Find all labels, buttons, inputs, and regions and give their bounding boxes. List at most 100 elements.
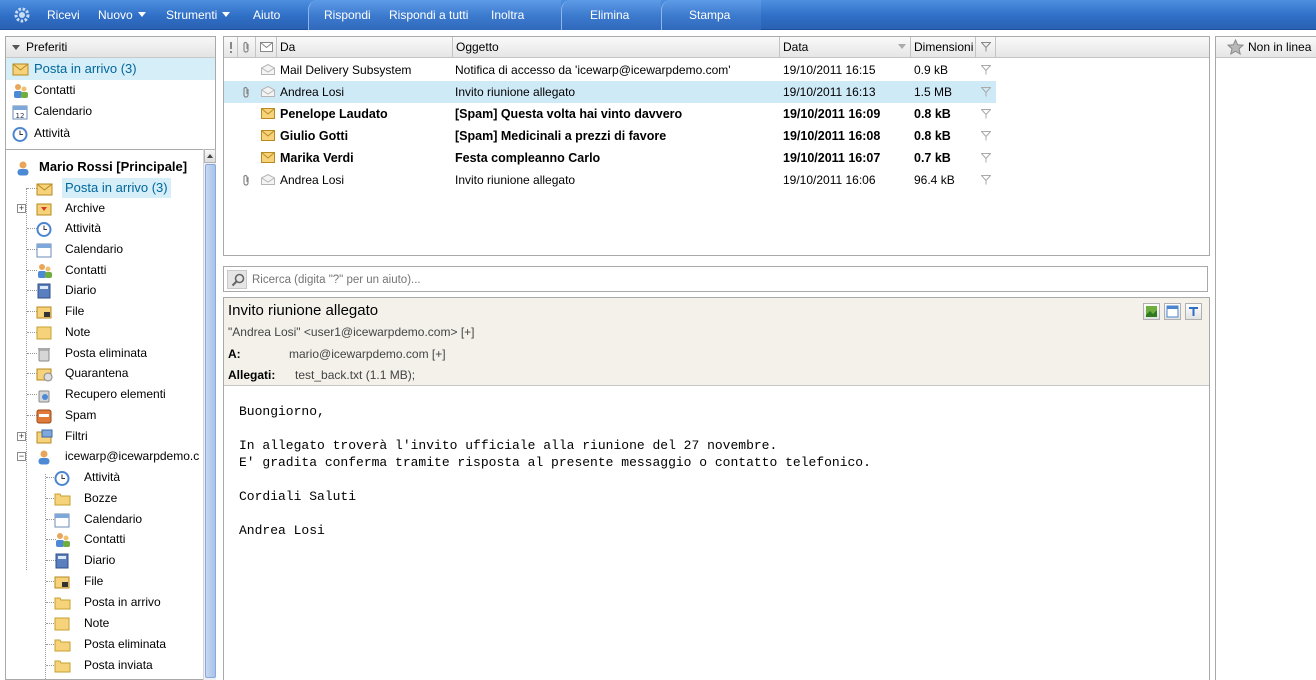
message-size: 96.4 kB bbox=[914, 173, 955, 187]
date-column-header[interactable]: Data bbox=[780, 37, 911, 58]
flag-icon[interactable] bbox=[981, 65, 991, 75]
tree-item-contacts[interactable]: Contatti bbox=[6, 260, 203, 280]
tree-item-label: File bbox=[84, 574, 104, 588]
receive-button[interactable]: Ricevi bbox=[47, 0, 80, 30]
message-size: 0.9 kB bbox=[914, 63, 949, 77]
tree-item-deleted[interactable]: Posta eliminata bbox=[6, 343, 203, 363]
message-row[interactable]: Penelope Laudato [Spam] Questa volta hai … bbox=[224, 103, 996, 125]
message-subject: Festa compleanno Carlo bbox=[455, 151, 601, 165]
subtree-item-deleted[interactable]: Posta eliminata bbox=[6, 634, 203, 654]
attachment-column-header[interactable] bbox=[238, 37, 256, 58]
flag-icon[interactable] bbox=[981, 109, 991, 119]
favorite-item-tasks[interactable]: Attività bbox=[6, 123, 215, 145]
preview-sender[interactable]: "Andrea Losi" <user1@icewarpdemo.com> [+… bbox=[228, 325, 475, 339]
collapse-icon[interactable] bbox=[12, 45, 20, 50]
tree-item-filters[interactable]: + Filtri bbox=[6, 426, 203, 446]
clock-icon bbox=[54, 471, 70, 486]
folder-tree-scrollbar[interactable] bbox=[203, 149, 216, 680]
tools-menu-button[interactable]: Strumenti bbox=[166, 0, 231, 30]
paperclip-icon bbox=[243, 174, 249, 186]
from-column-header[interactable]: Da bbox=[277, 37, 453, 58]
tree-item-archive[interactable]: + Archive bbox=[6, 198, 203, 218]
tree-item-account2[interactable]: − icewarp@icewarpdemo.c bbox=[6, 446, 203, 466]
help-button[interactable]: Aiuto bbox=[253, 0, 280, 30]
subtree-item-calendar[interactable]: Calendario bbox=[6, 509, 203, 529]
user-icon bbox=[17, 161, 29, 176]
favorite-item-calendar[interactable]: 12 Calendario bbox=[6, 101, 215, 123]
subtree-item-files[interactable]: File bbox=[6, 571, 203, 591]
expand-icon[interactable]: + bbox=[17, 204, 26, 213]
forward-button[interactable]: Inoltra bbox=[491, 0, 524, 30]
chevron-down-icon bbox=[137, 12, 146, 17]
expand-icon[interactable]: + bbox=[17, 432, 26, 441]
folder-icon bbox=[54, 493, 71, 506]
html-view-button[interactable] bbox=[1164, 303, 1181, 320]
message-row[interactable]: Mail Delivery Subsystem Notifica di acces… bbox=[224, 59, 996, 81]
subtree-item-tasks[interactable]: Attività bbox=[6, 467, 203, 487]
tree-item-tasks[interactable]: Attività bbox=[6, 218, 203, 238]
flag-icon[interactable] bbox=[981, 131, 991, 141]
preview-attachment-link[interactable]: test_back.txt (1.1 MB); bbox=[295, 368, 415, 382]
print-button[interactable]: Stampa bbox=[689, 0, 730, 30]
message-date: 19/10/2011 16:15 bbox=[783, 63, 876, 77]
flag-icon[interactable] bbox=[981, 87, 991, 97]
scroll-thumb[interactable] bbox=[205, 164, 216, 678]
preview-attachments-label: Allegati: bbox=[228, 368, 276, 382]
gear-logo-icon[interactable] bbox=[13, 6, 31, 24]
subtree-item-notes[interactable]: Note bbox=[6, 613, 203, 633]
tree-item-calendar[interactable]: Calendario bbox=[6, 239, 203, 259]
read-status-column-header[interactable] bbox=[256, 37, 277, 58]
tree-item-files[interactable]: File bbox=[6, 301, 203, 321]
tree-item-inbox[interactable]: Posta in arrivo (3) bbox=[6, 178, 203, 198]
message-row[interactable]: Giulio Gotti [Spam] Medicinali a prezzi d… bbox=[224, 125, 996, 147]
scroll-up-icon[interactable] bbox=[204, 149, 216, 163]
tree-item-spam[interactable]: Spam bbox=[6, 405, 203, 425]
subtree-item-sent[interactable]: Posta inviata bbox=[6, 655, 203, 675]
tree-item-recover[interactable]: Recupero elementi bbox=[6, 384, 203, 404]
new-menu-button[interactable]: Nuovo bbox=[98, 0, 146, 30]
read-envelope-icon bbox=[261, 64, 275, 75]
subject-column-header[interactable]: Oggetto bbox=[453, 37, 780, 58]
account-node[interactable]: Mario Rossi [Principale] bbox=[6, 157, 203, 177]
favorite-item-label: Contatti bbox=[34, 82, 76, 97]
tree-item-label: Posta in arrivo (3) bbox=[62, 178, 171, 198]
message-subject: Notifica di accesso da 'icewarp@icewarpd… bbox=[455, 63, 731, 77]
message-size: 1.5 MB bbox=[914, 85, 953, 99]
subtree-item-inbox[interactable]: Posta in arrivo bbox=[6, 592, 203, 612]
svg-text:12: 12 bbox=[16, 112, 25, 120]
preview-recipient[interactable]: mario@icewarpdemo.com [+] bbox=[289, 347, 446, 361]
favorite-item-inbox[interactable]: Posta in arrivo (3) bbox=[6, 58, 215, 80]
size-column-header[interactable]: Dimensioni bbox=[911, 37, 976, 58]
inbox-icon bbox=[36, 183, 53, 196]
tree-item-label: Posta in arrivo bbox=[84, 595, 161, 609]
search-input[interactable] bbox=[252, 270, 1202, 289]
favorites-header[interactable]: Preferiti bbox=[6, 37, 215, 58]
priority-column-header[interactable] bbox=[224, 37, 238, 58]
subtree-item-contacts[interactable]: Contatti bbox=[6, 529, 203, 549]
subtree-item-drafts[interactable]: Bozze bbox=[6, 488, 203, 508]
tree-item-quarantine[interactable]: Quarantena bbox=[6, 363, 203, 383]
filter-icon bbox=[36, 429, 53, 444]
text-view-button[interactable] bbox=[1185, 303, 1202, 320]
unread-envelope-icon bbox=[261, 108, 275, 119]
tree-item-journal[interactable]: Diario bbox=[6, 280, 203, 300]
message-row[interactable]: Marika Verdi Festa compleanno Carlo 19/10/… bbox=[224, 147, 996, 169]
flag-icon[interactable] bbox=[981, 153, 991, 163]
message-row[interactable]: Andrea Losi Invito riunione allegato 19/10… bbox=[224, 81, 996, 103]
flag-column-header[interactable] bbox=[976, 37, 996, 58]
delete-button[interactable]: Elimina bbox=[590, 0, 629, 30]
message-subject: [Spam] Medicinali a prezzi di favore bbox=[455, 129, 667, 143]
envelope-icon bbox=[260, 42, 273, 52]
reply-button[interactable]: Rispondi bbox=[324, 0, 371, 30]
presence-status[interactable]: Non in linea bbox=[1216, 37, 1316, 58]
tree-item-notes[interactable]: Note bbox=[6, 322, 203, 342]
collapse-icon[interactable]: − bbox=[17, 452, 26, 461]
favorite-item-contacts[interactable]: Contatti bbox=[6, 80, 215, 102]
flag-icon[interactable] bbox=[981, 175, 991, 185]
reply-all-button[interactable]: Rispondi a tutti bbox=[389, 0, 468, 30]
message-row[interactable]: Andrea Losi Invito riunione allegato 19/10… bbox=[224, 169, 996, 191]
subtree-item-journal[interactable]: Diario bbox=[6, 550, 203, 570]
tree-item-label: Posta eliminata bbox=[65, 346, 148, 360]
show-images-button[interactable] bbox=[1143, 303, 1160, 320]
search-button[interactable] bbox=[227, 270, 247, 289]
